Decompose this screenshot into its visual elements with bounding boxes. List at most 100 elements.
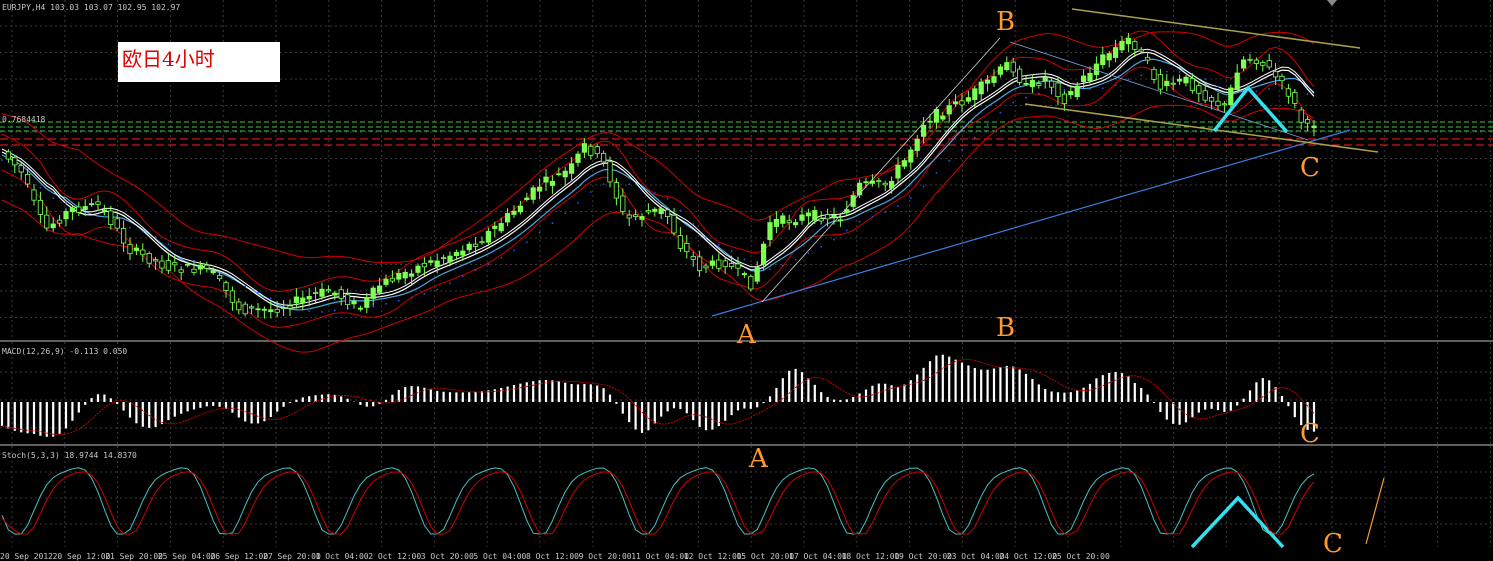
bollinger-lower-inner [1, 66, 1315, 328]
candle-body [645, 210, 652, 213]
candle-body [549, 180, 556, 186]
candle-body [690, 256, 696, 260]
candle-body [805, 212, 812, 217]
candle-body [594, 146, 600, 155]
candle-body [95, 201, 101, 205]
candle-body [754, 267, 760, 282]
candle-body [927, 120, 933, 123]
candle-body [1113, 47, 1119, 58]
orange-tick-stoch[interactable] [1365, 477, 1385, 545]
candle-body [5, 151, 11, 160]
trendline-thin-2[interactable] [761, 37, 1001, 303]
candle-body [1260, 62, 1266, 66]
trend-dot [1127, 78, 1130, 81]
candle-body [652, 208, 658, 212]
candle-body [671, 214, 677, 234]
macd-panel [0, 354, 1316, 437]
candle-body [152, 259, 159, 262]
candle-body [748, 276, 754, 290]
pattern-zigzag-stoch[interactable] [1190, 495, 1285, 549]
candle-body [978, 81, 984, 95]
candle-body [569, 163, 575, 174]
candle-body [325, 289, 332, 292]
chart-shift-marker[interactable] [1327, 0, 1337, 6]
candle-body [863, 181, 869, 184]
candle-body [735, 263, 741, 269]
candle-body [159, 260, 165, 269]
trend-dot [65, 201, 67, 204]
candle-body [588, 145, 594, 156]
trend-dot [1, 159, 3, 161]
trend-dot [769, 268, 771, 271]
candle-body [613, 182, 620, 199]
time-axis-label: 20 Sep 12:00 [53, 552, 111, 561]
candle-body [530, 187, 536, 200]
wave-label-a-stoch: A [748, 444, 769, 474]
trend-dot [1012, 101, 1015, 104]
trendline-blue[interactable] [711, 129, 1351, 317]
candle-body [946, 105, 952, 115]
candle-body [76, 206, 82, 213]
trend-dot [589, 191, 592, 193]
candle-body [140, 249, 146, 256]
trend-dot [577, 202, 579, 204]
candle-body [44, 214, 50, 229]
trend-dot [897, 205, 899, 208]
trend-dot [461, 275, 464, 278]
trend-dot [653, 192, 656, 195]
trend-dot [871, 216, 874, 218]
candle-body [511, 210, 517, 215]
trend-dot [129, 226, 131, 229]
candle-body [601, 152, 607, 163]
time-axis-label: 19 Oct 20:00 [894, 552, 952, 561]
candle-body [684, 243, 690, 253]
trend-dot [845, 229, 848, 232]
candle-body [1202, 90, 1208, 101]
candle-body [940, 115, 946, 120]
trend-dot [513, 249, 515, 252]
trend-dot [1089, 88, 1091, 91]
candle-body [492, 225, 498, 229]
candle-body [1119, 41, 1125, 51]
chart-canvas[interactable]: B A C B C A C EURJPY,H4 103.03 103.07 10… [0, 0, 1493, 561]
candle-body [351, 300, 357, 305]
trend-dot [602, 183, 605, 185]
trend-dot [449, 282, 451, 285]
time-axis-label: 25 Sep 04:00 [158, 552, 216, 561]
candle-body [460, 250, 466, 256]
trend-dot [1204, 78, 1207, 80]
trend-dot [1025, 96, 1027, 99]
candle-body [537, 186, 543, 192]
trend-dot [52, 197, 55, 199]
trend-dot [551, 222, 554, 224]
candle-body [12, 157, 18, 166]
trend-dot [1268, 88, 1271, 90]
candle-body [965, 97, 972, 102]
bollinger-lower-outer [1, 104, 1315, 353]
candle-body [1253, 59, 1259, 64]
candle-body [1279, 75, 1285, 82]
candle-body [1074, 85, 1080, 98]
trend-dot [39, 186, 42, 189]
trend-dot [269, 297, 272, 300]
candle-body [991, 76, 997, 83]
candle-body [121, 228, 127, 244]
trend-dot [935, 171, 938, 174]
candle-body [415, 265, 421, 273]
trend-dot [538, 231, 541, 234]
wave-label-b-main: B [996, 7, 1015, 37]
trend-dot [321, 311, 323, 313]
candle-body [1145, 56, 1151, 61]
trend-dot [1165, 70, 1168, 73]
candle-body [581, 143, 588, 153]
trend-dot [1140, 74, 1143, 77]
candle-body [626, 214, 632, 219]
trend-dot [423, 293, 426, 295]
candle-body [204, 264, 210, 269]
trend-dot [500, 256, 503, 259]
candle-body [447, 255, 453, 263]
candle-body [172, 262, 178, 266]
time-axis-label: 9 Oct 20:00 [579, 552, 632, 561]
candle-body [1285, 88, 1291, 97]
trend-dot [1306, 93, 1309, 95]
